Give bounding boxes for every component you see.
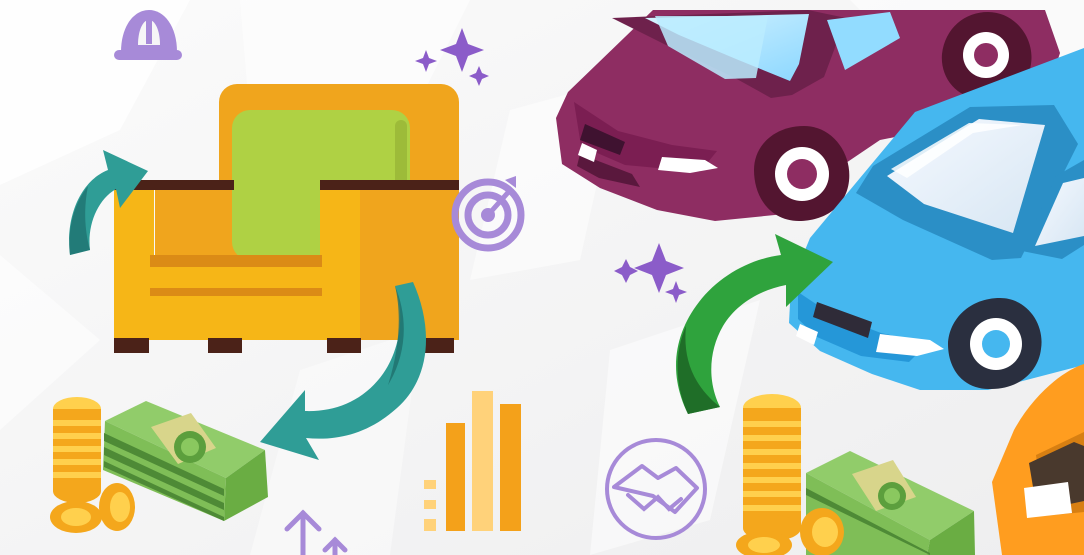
illustration-canvas — [0, 0, 1084, 555]
scene-illustration — [0, 0, 1084, 555]
